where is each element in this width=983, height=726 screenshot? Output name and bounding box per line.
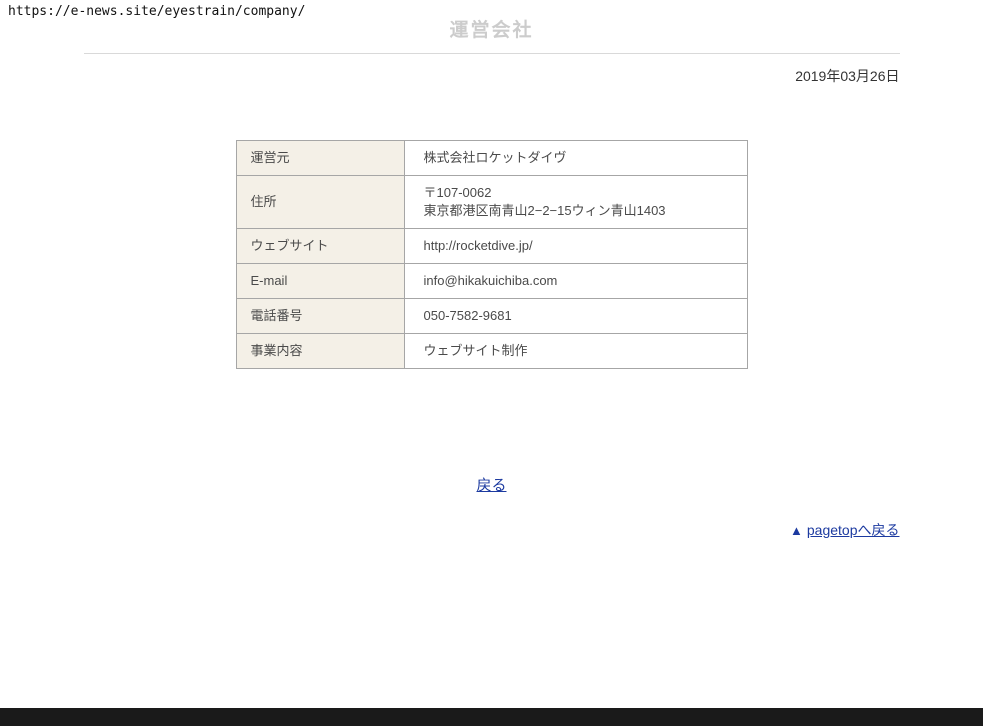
table-row: 運営元 株式会社ロケットダイヴ <box>236 141 747 176</box>
row-value: 050-7582-9681 <box>404 299 747 334</box>
back-link[interactable]: 戻る <box>476 477 506 494</box>
table-row: 電話番号 050-7582-9681 <box>236 299 747 334</box>
row-value: http://rocketdive.jp/ <box>404 229 747 264</box>
table-row: 事業内容 ウェブサイト制作 <box>236 334 747 369</box>
row-label: 事業内容 <box>236 334 404 369</box>
pagetop-link-row: ▲pagetopへ戻る <box>84 521 900 540</box>
row-label: 住所 <box>236 176 404 229</box>
row-value: 〒107-0062 東京都港区南青山2−2−15ウィン青山1403 <box>404 176 747 229</box>
triangle-up-icon: ▲ <box>790 522 803 540</box>
row-label: ウェブサイト <box>236 229 404 264</box>
main-content: 運営会社 2019年03月26日 運営元 株式会社ロケットダイヴ 住所 〒107… <box>84 0 900 540</box>
row-label: 電話番号 <box>236 299 404 334</box>
date-label: 2019年03月26日 <box>84 68 900 85</box>
row-value: info@hikakuichiba.com <box>404 264 747 299</box>
row-value: ウェブサイト制作 <box>404 334 747 369</box>
table-row: ウェブサイト http://rocketdive.jp/ <box>236 229 747 264</box>
footer-bar <box>0 708 983 726</box>
title-divider <box>84 53 900 54</box>
company-info-table: 運営元 株式会社ロケットダイヴ 住所 〒107-0062 東京都港区南青山2−2… <box>236 140 748 369</box>
table-row: E-mail info@hikakuichiba.com <box>236 264 747 299</box>
row-value: 株式会社ロケットダイヴ <box>404 141 747 176</box>
back-link-row: 戻る <box>84 477 900 495</box>
pagetop-link-label: pagetopへ戻る <box>807 522 900 538</box>
row-label: E-mail <box>236 264 404 299</box>
table-row: 住所 〒107-0062 東京都港区南青山2−2−15ウィン青山1403 <box>236 176 747 229</box>
pagetop-link[interactable]: ▲pagetopへ戻る <box>790 522 899 538</box>
page-title: 運営会社 <box>84 0 900 41</box>
row-label: 運営元 <box>236 141 404 176</box>
